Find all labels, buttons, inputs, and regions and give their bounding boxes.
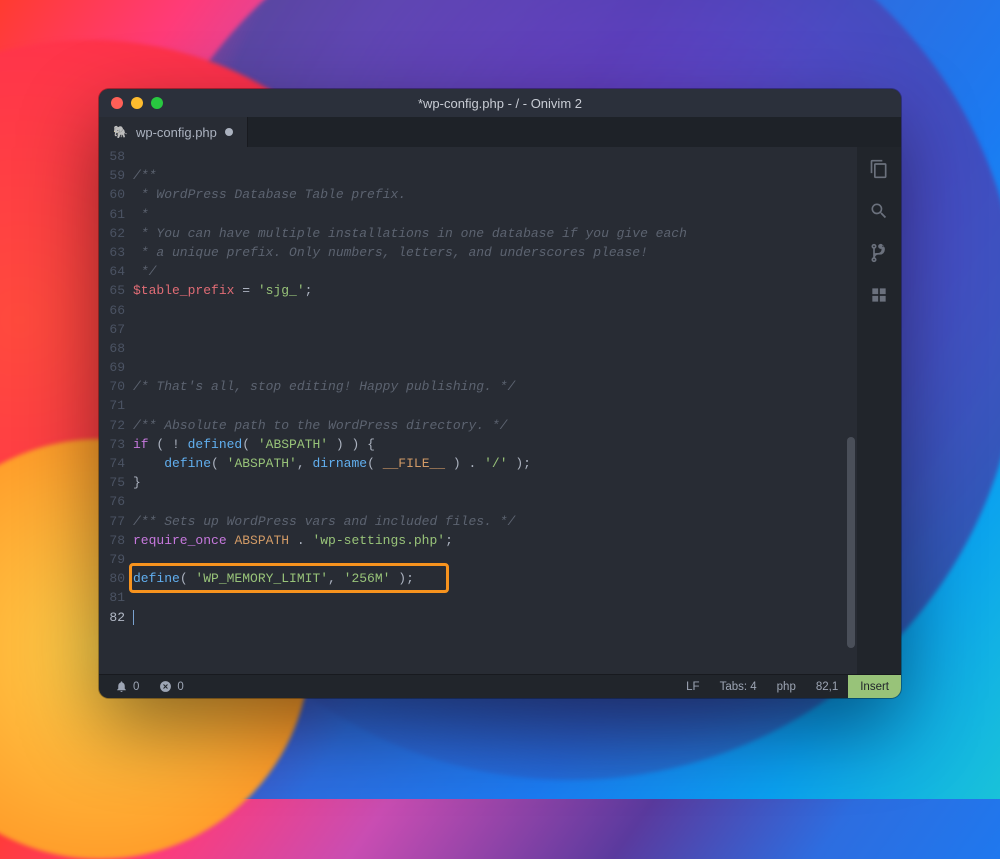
code-line[interactable]: require_once ABSPATH . 'wp-settings.php'… <box>133 531 835 550</box>
code-line[interactable]: */ <box>133 262 835 281</box>
zoom-window-button[interactable] <box>151 97 163 109</box>
git-branch-icon[interactable] <box>869 243 889 263</box>
window-controls <box>111 97 163 109</box>
code-line[interactable]: /* That's all, stop editing! Happy publi… <box>133 377 835 396</box>
code-editor[interactable]: 5859606162636465666768697071727374757677… <box>99 147 857 674</box>
bell-icon <box>115 680 128 693</box>
status-position[interactable]: 82,1 <box>806 681 848 693</box>
code-area[interactable]: /** * WordPress Database Table prefix. *… <box>133 147 845 674</box>
code-line[interactable]: * a unique prefix. Only numbers, letters… <box>133 243 835 262</box>
code-line[interactable] <box>133 550 835 569</box>
code-line[interactable] <box>133 320 835 339</box>
copy-icon[interactable] <box>869 159 889 179</box>
code-line[interactable] <box>133 147 835 166</box>
titlebar[interactable]: *wp-config.php - / - Onivim 2 <box>99 89 901 117</box>
code-line[interactable]: if ( ! defined( 'ABSPATH' ) ) { <box>133 435 835 454</box>
status-language[interactable]: php <box>767 681 806 693</box>
code-line[interactable]: * You can have multiple installations in… <box>133 224 835 243</box>
scroll-thumb[interactable] <box>847 437 855 648</box>
code-line[interactable] <box>133 588 835 607</box>
code-line[interactable]: * WordPress Database Table prefix. <box>133 185 835 204</box>
code-line[interactable] <box>133 301 835 320</box>
status-bar: 0 0 LF Tabs: 4 php 82,1 Insert <box>99 674 901 698</box>
php-icon: 🐘 <box>113 125 128 139</box>
line-number-gutter: 5859606162636465666768697071727374757677… <box>99 147 133 674</box>
status-notifications[interactable]: 0 <box>109 680 145 693</box>
status-line-ending[interactable]: LF <box>676 681 709 693</box>
code-line[interactable] <box>133 608 835 627</box>
tab-filename: wp-config.php <box>136 125 217 140</box>
code-line[interactable]: * <box>133 205 835 224</box>
code-line[interactable] <box>133 339 835 358</box>
code-line[interactable]: /** <box>133 166 835 185</box>
activity-bar <box>857 147 901 674</box>
minimize-window-button[interactable] <box>131 97 143 109</box>
grid-icon[interactable] <box>869 285 889 305</box>
status-mode[interactable]: Insert <box>848 675 901 698</box>
close-window-button[interactable] <box>111 97 123 109</box>
search-icon[interactable] <box>869 201 889 221</box>
vertical-scrollbar[interactable] <box>845 147 857 674</box>
modified-indicator-icon <box>225 128 233 136</box>
window-title: *wp-config.php - / - Onivim 2 <box>99 96 901 111</box>
tab-wp-config[interactable]: 🐘 wp-config.php <box>99 117 248 147</box>
editor-window: *wp-config.php - / - Onivim 2 🐘 wp-confi… <box>99 89 901 698</box>
code-line[interactable]: define( 'ABSPATH', dirname( __FILE__ ) .… <box>133 454 835 473</box>
code-line[interactable]: define( 'WP_MEMORY_LIMIT', '256M' ); <box>133 569 835 588</box>
code-line[interactable]: $table_prefix = 'sjg_'; <box>133 281 835 300</box>
code-line[interactable]: /** Sets up WordPress vars and included … <box>133 512 835 531</box>
code-line[interactable] <box>133 358 835 377</box>
code-line[interactable] <box>133 492 835 511</box>
code-line[interactable]: } <box>133 473 835 492</box>
status-errors[interactable]: 0 <box>153 680 189 693</box>
error-icon <box>159 680 172 693</box>
code-line[interactable]: /** Absolute path to the WordPress direc… <box>133 416 835 435</box>
code-line[interactable] <box>133 396 835 415</box>
status-indentation[interactable]: Tabs: 4 <box>710 681 767 693</box>
tab-bar: 🐘 wp-config.php <box>99 117 901 147</box>
